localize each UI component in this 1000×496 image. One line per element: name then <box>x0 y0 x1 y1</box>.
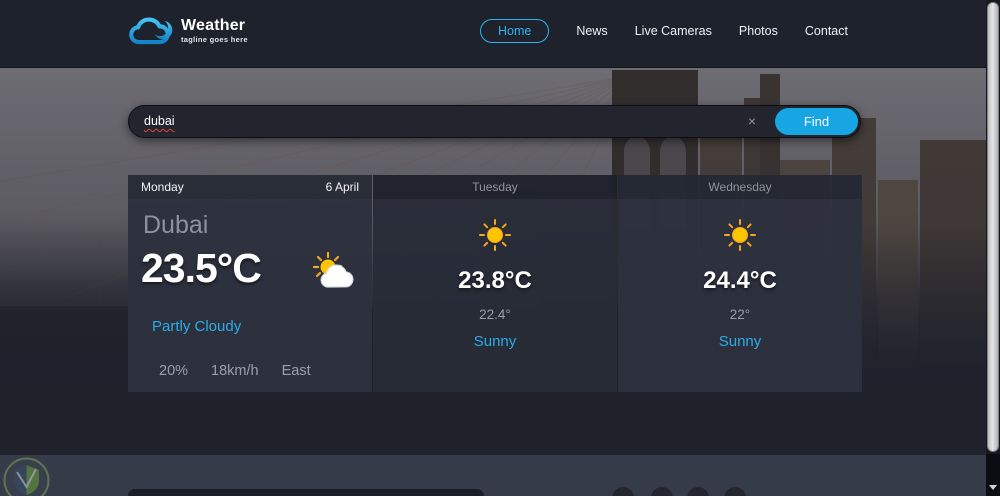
forecast-cards: Monday 6 April Dubai 23.5°C Partly Cloud… <box>128 175 862 392</box>
pagination-dot <box>724 487 746 496</box>
nav-item-contact[interactable]: Contact <box>805 24 848 38</box>
condition-text: Partly Cloudy <box>152 318 242 335</box>
forecast-temperature: 23.8°C <box>458 267 532 294</box>
brand-tagline: tagline goes here <box>181 35 248 44</box>
forecast-low-temperature: 22° <box>729 307 751 322</box>
forecast-card-tuesday: Tuesday 23.8°C 22.4° Sunny <box>373 175 617 392</box>
wind-direction-value: East <box>281 363 311 379</box>
brand-text: Weather tagline goes here <box>181 17 248 45</box>
wind-speed-value: 18km/h <box>211 363 259 379</box>
sun-icon <box>724 219 756 251</box>
cloud-logo-icon <box>129 17 173 45</box>
sun-icon <box>479 219 511 251</box>
card-body-monday: Dubai 23.5°C Partly Cloudy 20% 18km/h Ea… <box>128 199 372 392</box>
next-section-band <box>0 455 986 496</box>
weather-stats: 20% 18km/h East <box>159 363 311 379</box>
nav-item-photos[interactable]: Photos <box>739 24 778 38</box>
pagination-dot <box>687 487 709 496</box>
brand-logo[interactable]: Weather tagline goes here <box>128 14 248 48</box>
card-body-tuesday: 23.8°C 22.4° Sunny <box>373 199 617 392</box>
card-body-wednesday: 24.4°C 22° Sunny <box>618 199 862 392</box>
card-header-wednesday: Wednesday <box>618 175 862 199</box>
main-nav: Home News Live Cameras Photos Contact <box>480 18 848 44</box>
search-input[interactable]: dubai × Find <box>128 105 861 138</box>
card-header-tuesday: Tuesday <box>373 175 617 199</box>
find-button[interactable]: Find <box>775 108 858 135</box>
forecast-card-wednesday: Wednesday 24.4°C 22° Sunny <box>618 175 862 392</box>
sun-behind-cloud-icon <box>312 251 354 288</box>
card-header-monday: Monday 6 April <box>128 175 372 199</box>
brand-name: Weather <box>181 17 246 34</box>
navbar: Weather tagline goes here Home News Live… <box>0 0 986 68</box>
forecast-low-temperature: 22.4° <box>479 307 511 322</box>
forecast-temperature: 24.4°C <box>703 267 777 294</box>
nav-item-live-cameras[interactable]: Live Cameras <box>635 24 712 38</box>
forecast-card-monday: Monday 6 April Dubai 23.5°C Partly Cloud… <box>128 175 372 392</box>
scroll-down-arrow-icon[interactable] <box>989 485 997 490</box>
scrollbar-thumb[interactable] <box>987 2 999 452</box>
nav-item-home[interactable]: Home <box>480 19 550 43</box>
current-temperature: 23.5°C <box>141 245 262 291</box>
clear-search-icon[interactable]: × <box>748 112 756 130</box>
condition-text: Sunny <box>473 333 517 350</box>
nav-item-news[interactable]: News <box>576 24 607 38</box>
search-value: dubai <box>144 114 175 128</box>
humidity-value: 20% <box>159 363 189 379</box>
pagination-dot <box>651 487 673 496</box>
day-label: Tuesday <box>472 180 518 194</box>
date-label: 6 April <box>325 180 359 194</box>
condition-text: Sunny <box>718 333 762 350</box>
day-label: Monday <box>141 180 184 194</box>
city-name: Dubai <box>143 211 209 239</box>
watermark-logo <box>3 457 50 496</box>
weather-app-page: Weather tagline goes here Home News Live… <box>0 0 986 496</box>
pagination-dot <box>612 487 634 496</box>
day-label: Wednesday <box>708 180 772 194</box>
vertical-scrollbar[interactable] <box>986 0 1000 496</box>
next-section-searchbar-peek <box>128 489 484 496</box>
